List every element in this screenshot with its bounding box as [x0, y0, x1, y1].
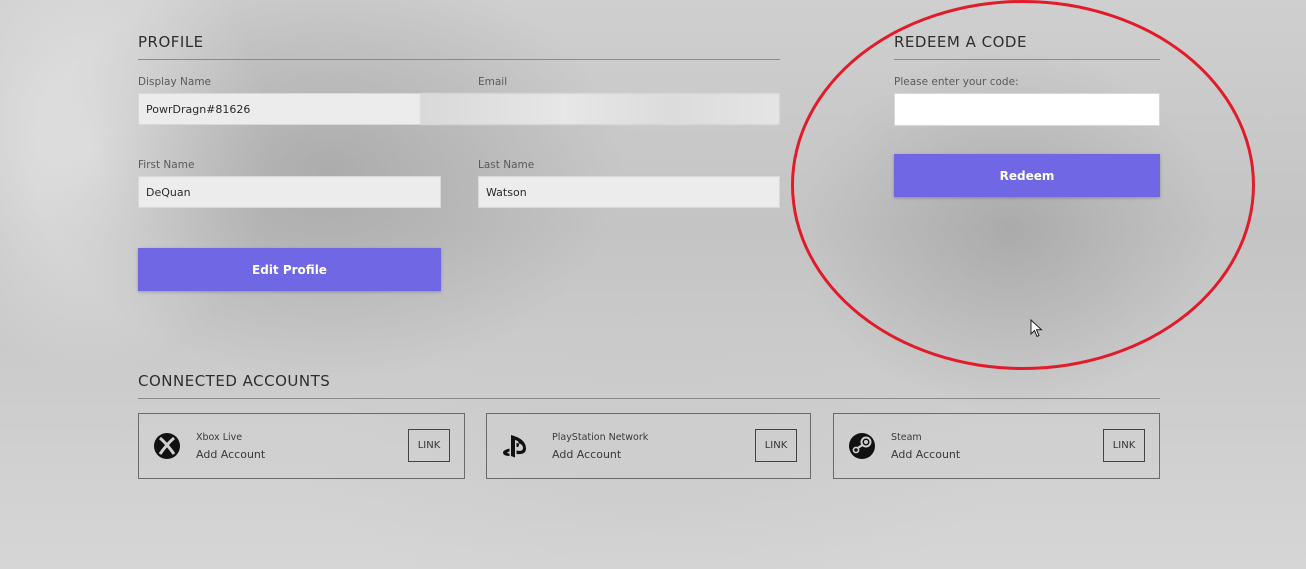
display-name-label: Display Name [138, 76, 212, 88]
playstation-icon [503, 435, 526, 458]
link-xbox-button[interactable]: LINK [408, 429, 450, 462]
connected-accounts-title: CONNECTED ACCOUNTS [138, 372, 1160, 399]
account-name: PlayStation Network [552, 432, 649, 443]
email-label: Email [478, 76, 508, 88]
link-steam-button[interactable]: LINK [1103, 429, 1145, 462]
first-name-label: First Name [138, 159, 195, 171]
last-name-label: Last Name [478, 159, 535, 171]
account-name: Steam [891, 432, 922, 443]
display-name-field[interactable] [138, 93, 441, 125]
first-name-field[interactable] [138, 176, 441, 208]
xbox-icon [154, 433, 180, 459]
account-name: Xbox Live [196, 432, 243, 443]
account-card-xbox: Xbox Live Add Account LINK [138, 413, 465, 479]
edit-profile-button[interactable]: Edit Profile [138, 248, 441, 291]
mouse-cursor-icon [1030, 319, 1043, 338]
account-card-steam: Steam Add Account LINK [833, 413, 1160, 479]
redeem-section-title: REDEEM A CODE [894, 33, 1160, 60]
redeem-button[interactable]: Redeem [894, 154, 1160, 197]
profile-section-title: PROFILE [138, 33, 780, 60]
link-playstation-button[interactable]: LINK [755, 429, 797, 462]
email-field[interactable] [420, 93, 780, 125]
last-name-field[interactable] [478, 176, 780, 208]
account-card-playstation: PlayStation Network Add Account LINK [486, 413, 811, 479]
add-account-text: Add Account [552, 448, 622, 461]
code-input[interactable] [894, 93, 1160, 126]
add-account-text: Add Account [196, 448, 266, 461]
code-label: Please enter your code: [894, 76, 1019, 88]
add-account-text: Add Account [891, 448, 961, 461]
steam-icon [849, 433, 875, 459]
